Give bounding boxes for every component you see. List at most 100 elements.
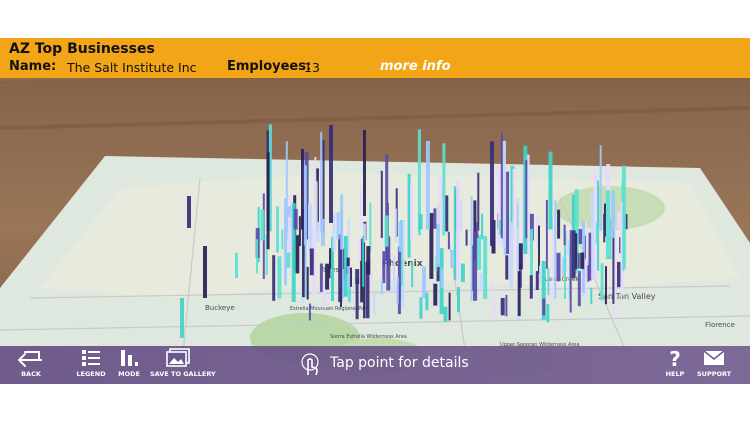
business-bar[interactable] xyxy=(373,293,376,315)
business-bar[interactable] xyxy=(518,243,523,270)
business-bar[interactable] xyxy=(272,255,276,301)
business-bar[interactable] xyxy=(529,275,533,299)
business-bar[interactable] xyxy=(530,229,533,279)
business-bar[interactable] xyxy=(567,239,570,255)
business-bar[interactable] xyxy=(304,241,307,297)
business-bar[interactable] xyxy=(445,195,449,232)
business-bar[interactable] xyxy=(187,196,191,228)
business-bar[interactable] xyxy=(473,231,478,301)
business-bar[interactable] xyxy=(542,298,546,316)
business-bar[interactable] xyxy=(401,285,405,307)
business-bar[interactable] xyxy=(490,278,493,299)
business-bar[interactable] xyxy=(394,208,397,243)
business-bar[interactable] xyxy=(448,292,451,321)
business-bar[interactable] xyxy=(393,255,396,295)
business-bar[interactable] xyxy=(325,263,330,290)
business-bar[interactable] xyxy=(457,287,460,313)
business-bar[interactable] xyxy=(433,283,438,306)
business-bar[interactable] xyxy=(556,252,561,282)
business-bar[interactable] xyxy=(539,265,542,285)
business-bar[interactable] xyxy=(350,267,352,287)
business-bar[interactable] xyxy=(366,246,371,275)
help-button[interactable]: ? HELP xyxy=(664,348,686,378)
business-bar[interactable] xyxy=(547,268,550,296)
business-bar[interactable] xyxy=(266,152,270,250)
business-bar[interactable] xyxy=(500,298,505,316)
business-bar[interactable] xyxy=(591,191,595,279)
business-bar[interactable] xyxy=(308,203,312,252)
business-bar[interactable] xyxy=(557,209,561,239)
business-bar[interactable] xyxy=(314,157,317,241)
business-bar[interactable] xyxy=(590,287,593,305)
business-bar[interactable] xyxy=(285,141,288,234)
back-button[interactable]: BACK xyxy=(14,348,48,378)
business-bar[interactable] xyxy=(347,266,351,290)
business-bar[interactable] xyxy=(571,230,576,279)
business-bar[interactable] xyxy=(369,202,372,252)
business-bar[interactable] xyxy=(460,263,465,282)
business-bar[interactable] xyxy=(577,253,580,269)
business-bar[interactable] xyxy=(535,271,539,290)
business-bar[interactable] xyxy=(460,199,463,231)
business-bar[interactable] xyxy=(447,231,450,250)
business-bar[interactable] xyxy=(599,145,602,232)
business-bar[interactable] xyxy=(481,213,484,240)
business-bar[interactable] xyxy=(418,214,423,230)
business-bar[interactable] xyxy=(433,208,437,229)
business-bar[interactable] xyxy=(551,219,554,301)
business-bar[interactable] xyxy=(603,213,606,243)
business-bar[interactable] xyxy=(600,263,604,301)
business-bar[interactable] xyxy=(595,222,599,244)
business-bar[interactable] xyxy=(419,297,423,319)
legend-button[interactable]: LEGEND xyxy=(76,348,106,378)
business-bar[interactable] xyxy=(477,234,482,270)
business-bar[interactable] xyxy=(355,278,359,320)
business-bar[interactable] xyxy=(525,160,528,239)
ar-map-canvas[interactable]: PhoenixTollesonBuckeyeSan Tan ValleyFlor… xyxy=(0,38,750,384)
business-bar[interactable] xyxy=(429,213,434,279)
business-bar[interactable] xyxy=(298,216,301,247)
business-bar[interactable] xyxy=(438,177,443,231)
business-bar[interactable] xyxy=(548,151,553,230)
business-bar[interactable] xyxy=(320,131,323,233)
business-bar[interactable] xyxy=(569,230,572,313)
business-bar[interactable] xyxy=(575,233,578,270)
business-bar[interactable] xyxy=(303,165,307,246)
business-bar[interactable] xyxy=(301,149,304,230)
business-bar[interactable] xyxy=(549,282,552,298)
business-bar[interactable] xyxy=(358,236,362,261)
business-bar[interactable] xyxy=(545,199,548,269)
business-bar[interactable] xyxy=(517,271,521,316)
business-bar[interactable] xyxy=(516,198,520,271)
business-bar[interactable] xyxy=(465,229,468,246)
business-bar[interactable] xyxy=(309,248,314,276)
business-bar[interactable] xyxy=(435,223,440,267)
business-bar[interactable] xyxy=(293,208,298,230)
business-bar[interactable] xyxy=(411,261,414,288)
business-bar[interactable] xyxy=(505,294,508,317)
business-bar[interactable] xyxy=(360,186,362,229)
business-bar[interactable] xyxy=(329,125,333,223)
business-bar[interactable] xyxy=(580,252,585,269)
business-bar[interactable] xyxy=(577,270,581,307)
business-bar[interactable] xyxy=(605,266,607,305)
business-bar[interactable] xyxy=(605,190,610,260)
business-bar[interactable] xyxy=(180,298,184,338)
business-bar[interactable] xyxy=(493,300,498,318)
business-bar[interactable] xyxy=(450,249,454,268)
business-bar[interactable] xyxy=(546,304,550,323)
business-bar[interactable] xyxy=(256,239,259,274)
business-bar[interactable] xyxy=(203,246,207,298)
support-button[interactable]: SUPPORT xyxy=(697,348,731,378)
business-bar[interactable] xyxy=(396,276,399,304)
business-bar[interactable] xyxy=(456,180,461,281)
business-bar[interactable] xyxy=(562,256,565,276)
business-bar[interactable] xyxy=(554,200,557,299)
business-bar[interactable] xyxy=(384,215,389,247)
business-bar[interactable] xyxy=(442,143,446,236)
business-bar[interactable] xyxy=(470,196,473,302)
business-bar[interactable] xyxy=(382,251,386,284)
more-info-link[interactable]: more info xyxy=(380,59,451,74)
save-to-gallery-button[interactable]: SAVE TO GALLERY xyxy=(150,348,216,378)
business-bar[interactable] xyxy=(440,268,444,289)
